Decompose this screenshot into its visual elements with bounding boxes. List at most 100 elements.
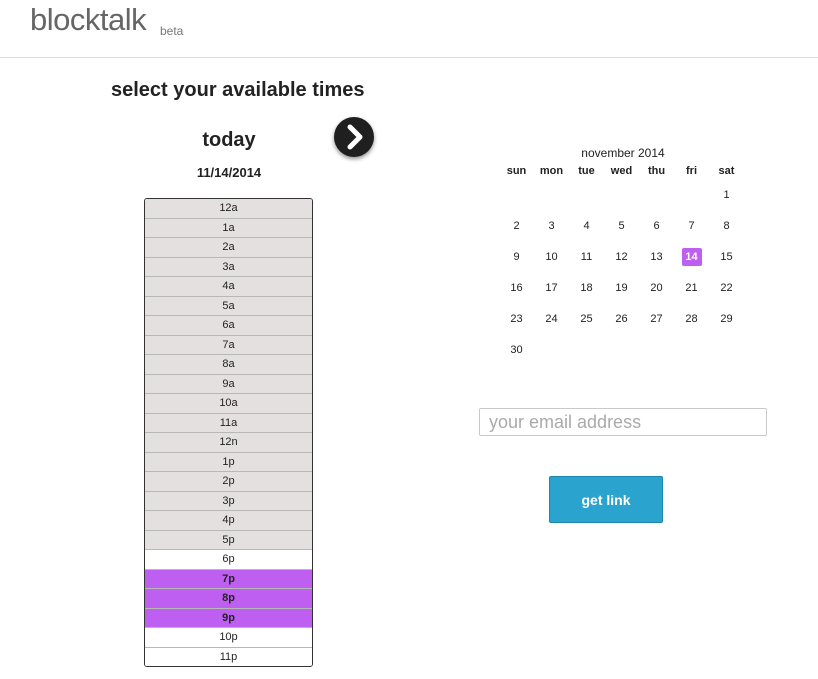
calendar-day[interactable]: 27	[639, 303, 674, 334]
time-slot[interactable]: 3a	[145, 257, 312, 277]
time-slot[interactable]: 7p	[145, 569, 312, 589]
calendar-day[interactable]: 30	[499, 334, 534, 365]
calendar-day[interactable]: 13	[639, 241, 674, 272]
time-slot[interactable]: 12a	[145, 199, 312, 219]
time-slot[interactable]: 4a	[145, 277, 312, 297]
calendar-day-number: 16	[510, 281, 523, 294]
time-slot[interactable]: 8a	[145, 355, 312, 375]
calendar-day[interactable]: 9	[499, 241, 534, 272]
calendar-day[interactable]: 3	[534, 210, 569, 241]
time-slot[interactable]: 10p	[145, 628, 312, 648]
calendar-day[interactable]: 11	[569, 241, 604, 272]
calendar-day[interactable]: 24	[534, 303, 569, 334]
time-slot[interactable]: 4p	[145, 511, 312, 531]
weekday-header: tue	[578, 165, 595, 177]
time-slot[interactable]: 9p	[145, 608, 312, 628]
calendar-day-number: 8	[723, 219, 730, 232]
get-link-button[interactable]: get link	[549, 476, 663, 523]
calendar-day-number	[543, 186, 561, 204]
calendar-day-number: 26	[615, 312, 628, 325]
calendar-day-number: 7	[688, 219, 695, 232]
calendar-day[interactable]: 28	[674, 303, 709, 334]
calendar-day-number: 27	[650, 312, 663, 325]
calendar-title: november 2014	[581, 146, 665, 160]
calendar-day-number: 13	[650, 250, 663, 263]
day-date: 11/14/2014	[196, 165, 262, 180]
weekday-header: sat	[718, 165, 735, 177]
logo[interactable]: blocktalk	[30, 2, 147, 38]
calendar-empty-cell	[604, 179, 639, 210]
time-slot[interactable]: 1a	[145, 218, 312, 238]
calendar-day-number	[683, 186, 701, 204]
time-slot[interactable]: 2p	[145, 472, 312, 492]
calendar-day[interactable]: 7	[674, 210, 709, 241]
calendar-day-number: 23	[510, 312, 523, 325]
calendar-day[interactable]: 4	[569, 210, 604, 241]
calendar-day[interactable]: 8	[709, 210, 744, 241]
calendar-day[interactable]: 17	[534, 272, 569, 303]
calendar-grid: sun mon tue wed thu fri sat 1 2 3 4 5 6 7 8 9 10 11 12 13 14…	[499, 163, 745, 365]
calendar-day-number: 12	[615, 250, 628, 263]
calendar-day-number: 19	[615, 281, 628, 294]
calendar-day[interactable]: 12	[604, 241, 639, 272]
next-day-button[interactable]	[334, 117, 374, 157]
calendar-day[interactable]: 15	[709, 241, 744, 272]
time-slot[interactable]: 8p	[145, 589, 312, 609]
calendar-day-number: 28	[685, 312, 698, 325]
calendar-day[interactable]: 20	[639, 272, 674, 303]
time-slot[interactable]: 5a	[145, 296, 312, 316]
calendar-day-number: 14	[681, 247, 702, 266]
calendar-day[interactable]: 14	[674, 241, 709, 272]
calendar-day[interactable]: 29	[709, 303, 744, 334]
calendar-day[interactable]: 5	[604, 210, 639, 241]
time-slot[interactable]: 1p	[145, 452, 312, 472]
calendar-day[interactable]: 19	[604, 272, 639, 303]
calendar-day-number: 5	[618, 219, 625, 232]
weekday-header: wed	[610, 165, 633, 177]
day-label: today	[202, 129, 256, 151]
calendar-day-number: 24	[545, 312, 558, 325]
calendar-day-number: 15	[720, 250, 733, 263]
calendar-day[interactable]: 2	[499, 210, 534, 241]
time-slot[interactable]: 10a	[145, 394, 312, 414]
calendar-day-number: 9	[513, 250, 520, 263]
calendar-day[interactable]: 25	[569, 303, 604, 334]
weekday-header: thu	[647, 165, 666, 177]
time-slot[interactable]: 2a	[145, 238, 312, 258]
calendar-day[interactable]: 22	[709, 272, 744, 303]
calendar-empty-cell	[499, 179, 534, 210]
time-slot-list: 12a 1a 2a 3a 4a 5a 6a 7a 8a 9a 10a 11a 12n 1p 2p 3p 4p 5p…	[144, 198, 313, 667]
email-field[interactable]	[479, 408, 767, 436]
calendar-day-number: 6	[653, 219, 660, 232]
time-slot[interactable]: 3p	[145, 491, 312, 511]
time-slot[interactable]: 5p	[145, 530, 312, 550]
time-slot[interactable]: 12n	[145, 433, 312, 453]
time-slot[interactable]: 9a	[145, 374, 312, 394]
time-slot[interactable]: 11p	[145, 647, 312, 666]
calendar-day-number: 30	[510, 343, 523, 356]
time-slot[interactable]: 6a	[145, 316, 312, 336]
calendar-day-number	[508, 186, 526, 204]
calendar-day[interactable]: 21	[674, 272, 709, 303]
time-slot[interactable]: 11a	[145, 413, 312, 433]
time-slot[interactable]: 7a	[145, 335, 312, 355]
calendar-day[interactable]: 18	[569, 272, 604, 303]
calendar-empty-cell	[569, 179, 604, 210]
time-slot[interactable]: 6p	[145, 550, 312, 570]
calendar-day-number: 10	[545, 250, 558, 263]
calendar-day-number: 20	[650, 281, 663, 294]
calendar-day-number: 22	[720, 281, 733, 294]
weekday-header: sun	[506, 165, 527, 177]
calendar-empty-cell	[639, 179, 674, 210]
calendar-day[interactable]: 23	[499, 303, 534, 334]
calendar-day[interactable]: 16	[499, 272, 534, 303]
calendar-empty-cell	[534, 179, 569, 210]
calendar-day[interactable]: 26	[604, 303, 639, 334]
calendar-day[interactable]: 6	[639, 210, 674, 241]
calendar-day-number: 4	[583, 219, 590, 232]
weekday-header: fri	[686, 165, 697, 177]
beta-badge: beta	[160, 24, 184, 38]
calendar-day-number: 1	[723, 188, 730, 201]
calendar-day[interactable]: 1	[709, 179, 744, 210]
calendar-day[interactable]: 10	[534, 241, 569, 272]
